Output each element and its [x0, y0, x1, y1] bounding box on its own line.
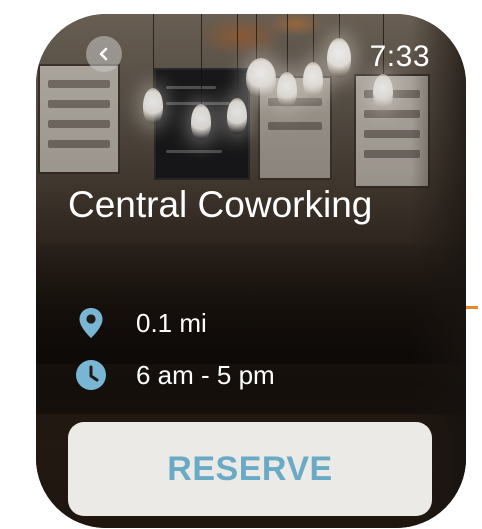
hours-row: 6 am - 5 pm — [74, 358, 275, 392]
side-indicator — [466, 306, 478, 309]
distance-text: 0.1 mi — [136, 308, 207, 338]
chevron-left-icon — [99, 47, 108, 61]
watch-screen: 7:33 Central Coworking 0.1 mi 6 am - 5 p… — [36, 14, 466, 528]
canvas: 7:33 Central Coworking 0.1 mi 6 am - 5 p… — [0, 0, 482, 529]
venue-title: Central Coworking — [68, 184, 373, 225]
status-time: 7:33 — [369, 40, 430, 73]
clock-icon — [74, 358, 108, 392]
distance-row: 0.1 mi — [74, 306, 207, 340]
location-pin-icon — [74, 306, 108, 340]
back-button[interactable] — [86, 36, 122, 72]
reserve-button[interactable]: RESERVE — [68, 422, 432, 516]
hours-text: 6 am - 5 pm — [136, 360, 275, 390]
